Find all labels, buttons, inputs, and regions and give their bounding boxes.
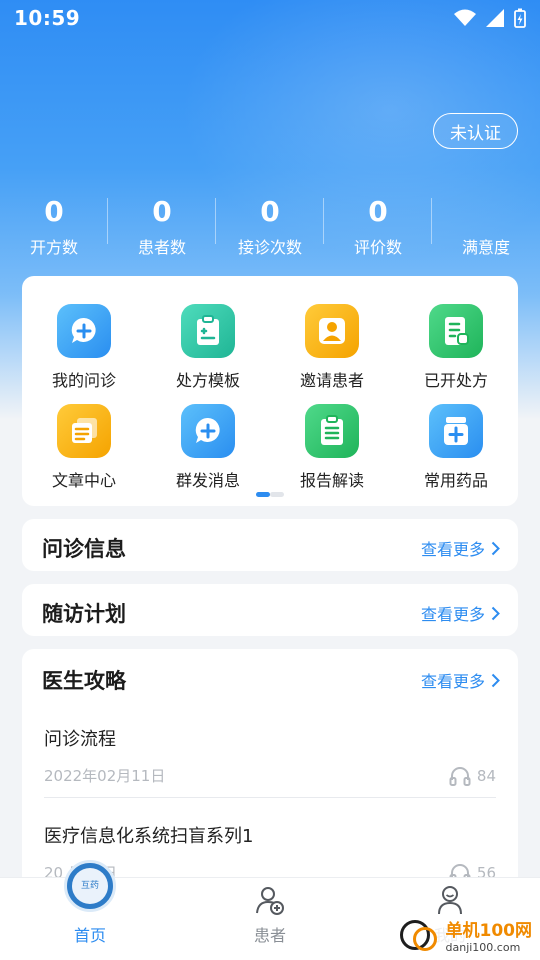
action-broadcast-message[interactable]: 群发消息: [146, 404, 270, 504]
article-title: 问诊流程: [44, 729, 116, 750]
quick-actions-grid: 我的问诊 处方模板 邀请患者 已开处方 文章中心 群发消息 报告解读 常用药品: [22, 276, 518, 504]
section-title: 随访计划: [42, 602, 126, 626]
stat-consultations[interactable]: 0 接诊次数: [216, 192, 324, 262]
action-label: 报告解读: [299, 471, 364, 490]
medicine-icon: [429, 404, 483, 458]
action-label: 常用药品: [423, 471, 488, 490]
divider: [44, 797, 496, 798]
patient-icon: [256, 887, 284, 915]
stat-value: 0: [44, 195, 64, 228]
stat-label: 评价数: [353, 238, 402, 257]
clipboard-icon: [181, 304, 235, 358]
signal-icon: [486, 9, 504, 27]
stat-label: 满意度: [461, 238, 510, 257]
stat-value: 0: [152, 195, 172, 228]
action-label: 已开处方: [423, 371, 488, 390]
certification-button[interactable]: 未认证: [433, 113, 518, 149]
headphones-icon: [449, 766, 471, 786]
stats-row: 0 开方数 0 患者数 0 接诊次数 0 评价数 满意度: [0, 192, 540, 262]
stat-label: 开方数: [29, 238, 78, 257]
tab-patients[interactable]: 患者: [180, 878, 360, 960]
section-title: 问诊信息: [42, 537, 126, 561]
wifi-icon: [454, 9, 476, 26]
chevron-right-icon: [491, 606, 500, 620]
stat-value: 0: [260, 195, 280, 228]
action-prescription-templates[interactable]: 处方模板: [146, 304, 270, 404]
chevron-right-icon: [491, 541, 500, 555]
stat-reviews[interactable]: 0 评价数: [324, 192, 432, 262]
listen-count: 84: [476, 766, 496, 785]
stat-label: 患者数: [137, 238, 186, 257]
document-icon: [429, 304, 483, 358]
stat-label: 接诊次数: [237, 238, 302, 257]
app-logo-icon: 互药: [64, 860, 116, 912]
more-label: 查看更多: [420, 672, 485, 691]
logo-text: 互药: [72, 868, 108, 904]
article-item[interactable]: 问诊流程 2022年02月11日 84: [44, 725, 496, 786]
stat-prescriptions[interactable]: 0 开方数: [0, 192, 108, 262]
bottom-tab-bar: 互药 首页 患者 我的 单机100网 danji100.com: [0, 860, 540, 960]
article-date: 2022年02月11日: [44, 767, 166, 785]
guide-more-link[interactable]: 查看更多: [421, 668, 500, 692]
action-common-medicines[interactable]: 常用药品: [394, 404, 518, 504]
report-icon: [305, 404, 359, 458]
inquiry-more-link[interactable]: 查看更多: [421, 536, 500, 560]
article-listens: 84: [449, 765, 496, 786]
articles-icon: [57, 404, 111, 458]
watermark: 单机100网 danji100.com: [395, 914, 536, 956]
action-label: 群发消息: [175, 471, 240, 490]
action-issued-prescriptions[interactable]: 已开处方: [394, 304, 518, 404]
action-label: 我的问诊: [51, 371, 116, 390]
followup-more-link[interactable]: 查看更多: [421, 601, 500, 625]
more-label: 查看更多: [420, 540, 485, 559]
page-indicator: [256, 492, 284, 497]
watermark-en: danji100.com: [445, 941, 521, 954]
chevron-right-icon: [491, 673, 500, 687]
tab-home[interactable]: 互药 首页: [0, 860, 180, 960]
page-dot: [270, 492, 284, 497]
stat-patients[interactable]: 0 患者数: [108, 192, 216, 262]
person-card-icon: [305, 304, 359, 358]
action-invite-patients[interactable]: 邀请患者: [270, 304, 394, 404]
user-icon: [438, 886, 462, 915]
chat-plus-icon: [181, 404, 235, 458]
section-title: 医生攻略: [42, 669, 126, 693]
watermark-logo-icon: [399, 920, 437, 951]
status-icons: [454, 8, 526, 28]
action-my-consultations[interactable]: 我的问诊: [22, 304, 146, 404]
status-time: 10:59: [14, 6, 81, 30]
action-article-center[interactable]: 文章中心: [22, 404, 146, 504]
more-label: 查看更多: [420, 605, 485, 624]
tab-label: 患者: [253, 926, 286, 945]
action-label: 处方模板: [175, 371, 240, 390]
action-label: 文章中心: [51, 471, 116, 490]
battery-icon: [514, 8, 526, 28]
article-meta: 2022年02月11日 84: [44, 765, 496, 786]
watermark-text: 单机100网 danji100.com: [446, 916, 533, 954]
page-dot-active: [256, 492, 270, 497]
quick-actions-card: 我的问诊 处方模板 邀请患者 已开处方 文章中心 群发消息 报告解读 常用药品: [22, 276, 518, 506]
article-title: 医疗信息化系统扫盲系列1: [44, 826, 254, 847]
watermark-cn: 单机100网: [445, 921, 533, 941]
tab-label: 首页: [73, 926, 106, 945]
status-bar: 10:59: [0, 0, 540, 36]
action-report-interpretation[interactable]: 报告解读: [270, 404, 394, 504]
chat-plus-icon: [57, 304, 111, 358]
action-label: 邀请患者: [299, 371, 364, 390]
stat-satisfaction[interactable]: 满意度: [432, 192, 540, 262]
followup-plan-card: 随访计划 查看更多: [22, 584, 518, 636]
stat-value: 0: [368, 195, 388, 228]
inquiry-info-card: 问诊信息 查看更多: [22, 519, 518, 571]
